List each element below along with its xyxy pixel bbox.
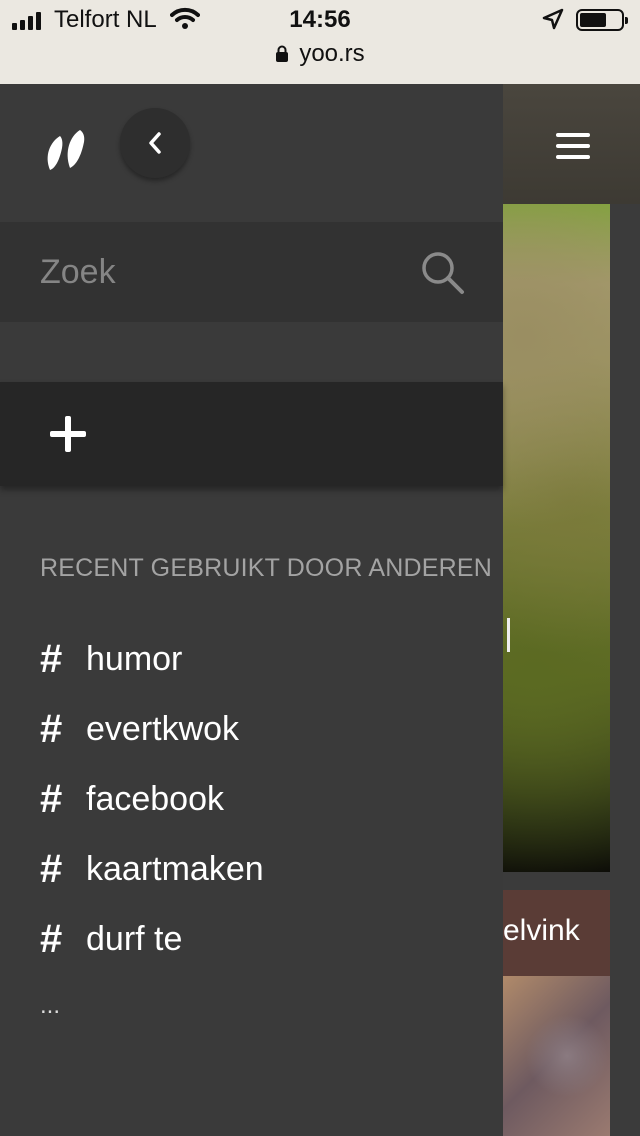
- search-bar: [0, 222, 503, 322]
- lock-icon: [276, 45, 289, 62]
- tag-item[interactable]: # kaartmaken: [40, 834, 264, 904]
- add-button[interactable]: [0, 382, 503, 486]
- search-icon[interactable]: [420, 250, 466, 296]
- spacer-band: [0, 322, 503, 382]
- background-page: elvink: [503, 84, 640, 1136]
- battery-icon: [576, 9, 628, 31]
- hash-icon: #: [40, 917, 63, 961]
- tag-label: facebook: [86, 779, 224, 818]
- tag-label: kaartmaken: [86, 849, 264, 888]
- panel-header: [0, 84, 503, 222]
- tag-label: evertkwok: [86, 709, 240, 748]
- url-text: yoo.rs: [299, 40, 365, 67]
- plus-icon: [50, 416, 86, 452]
- hash-icon: #: [40, 847, 63, 891]
- status-bar: Telfort NL 14:56 yoo.rs: [0, 0, 640, 84]
- recent-tags-heading: RECENT GEBRUIKT DOOR ANDEREN: [40, 554, 492, 582]
- background-header: [503, 84, 640, 204]
- search-input[interactable]: [40, 222, 400, 322]
- hamburger-icon[interactable]: [556, 132, 590, 160]
- logo-icon[interactable]: [44, 128, 88, 176]
- recent-tags-list: # humor # evertkwok # facebook # kaartma…: [40, 624, 264, 974]
- text-cursor: [507, 618, 510, 652]
- tag-label: humor: [86, 639, 183, 678]
- hash-icon: #: [40, 777, 63, 821]
- tag-item[interactable]: # evertkwok: [40, 694, 264, 764]
- background-caption: elvink: [503, 890, 610, 976]
- chevron-left-icon: [149, 132, 161, 154]
- tag-label: durf te: [86, 919, 183, 958]
- back-button[interactable]: [120, 108, 190, 178]
- background-photo-2[interactable]: [503, 976, 610, 1136]
- hash-icon: #: [40, 637, 63, 681]
- side-panel: RECENT GEBRUIKT DOOR ANDEREN # humor # e…: [0, 84, 503, 1136]
- tag-item[interactable]: # facebook: [40, 764, 264, 834]
- battery-level: [580, 13, 606, 27]
- tag-item[interactable]: # durf te: [40, 904, 264, 974]
- hash-icon: #: [40, 707, 63, 751]
- more-tags-link[interactable]: ...: [40, 992, 60, 1020]
- address-bar[interactable]: yoo.rs: [0, 40, 640, 68]
- tag-item[interactable]: # humor: [40, 624, 264, 694]
- location-icon: [542, 8, 564, 30]
- background-photo[interactable]: [503, 204, 610, 872]
